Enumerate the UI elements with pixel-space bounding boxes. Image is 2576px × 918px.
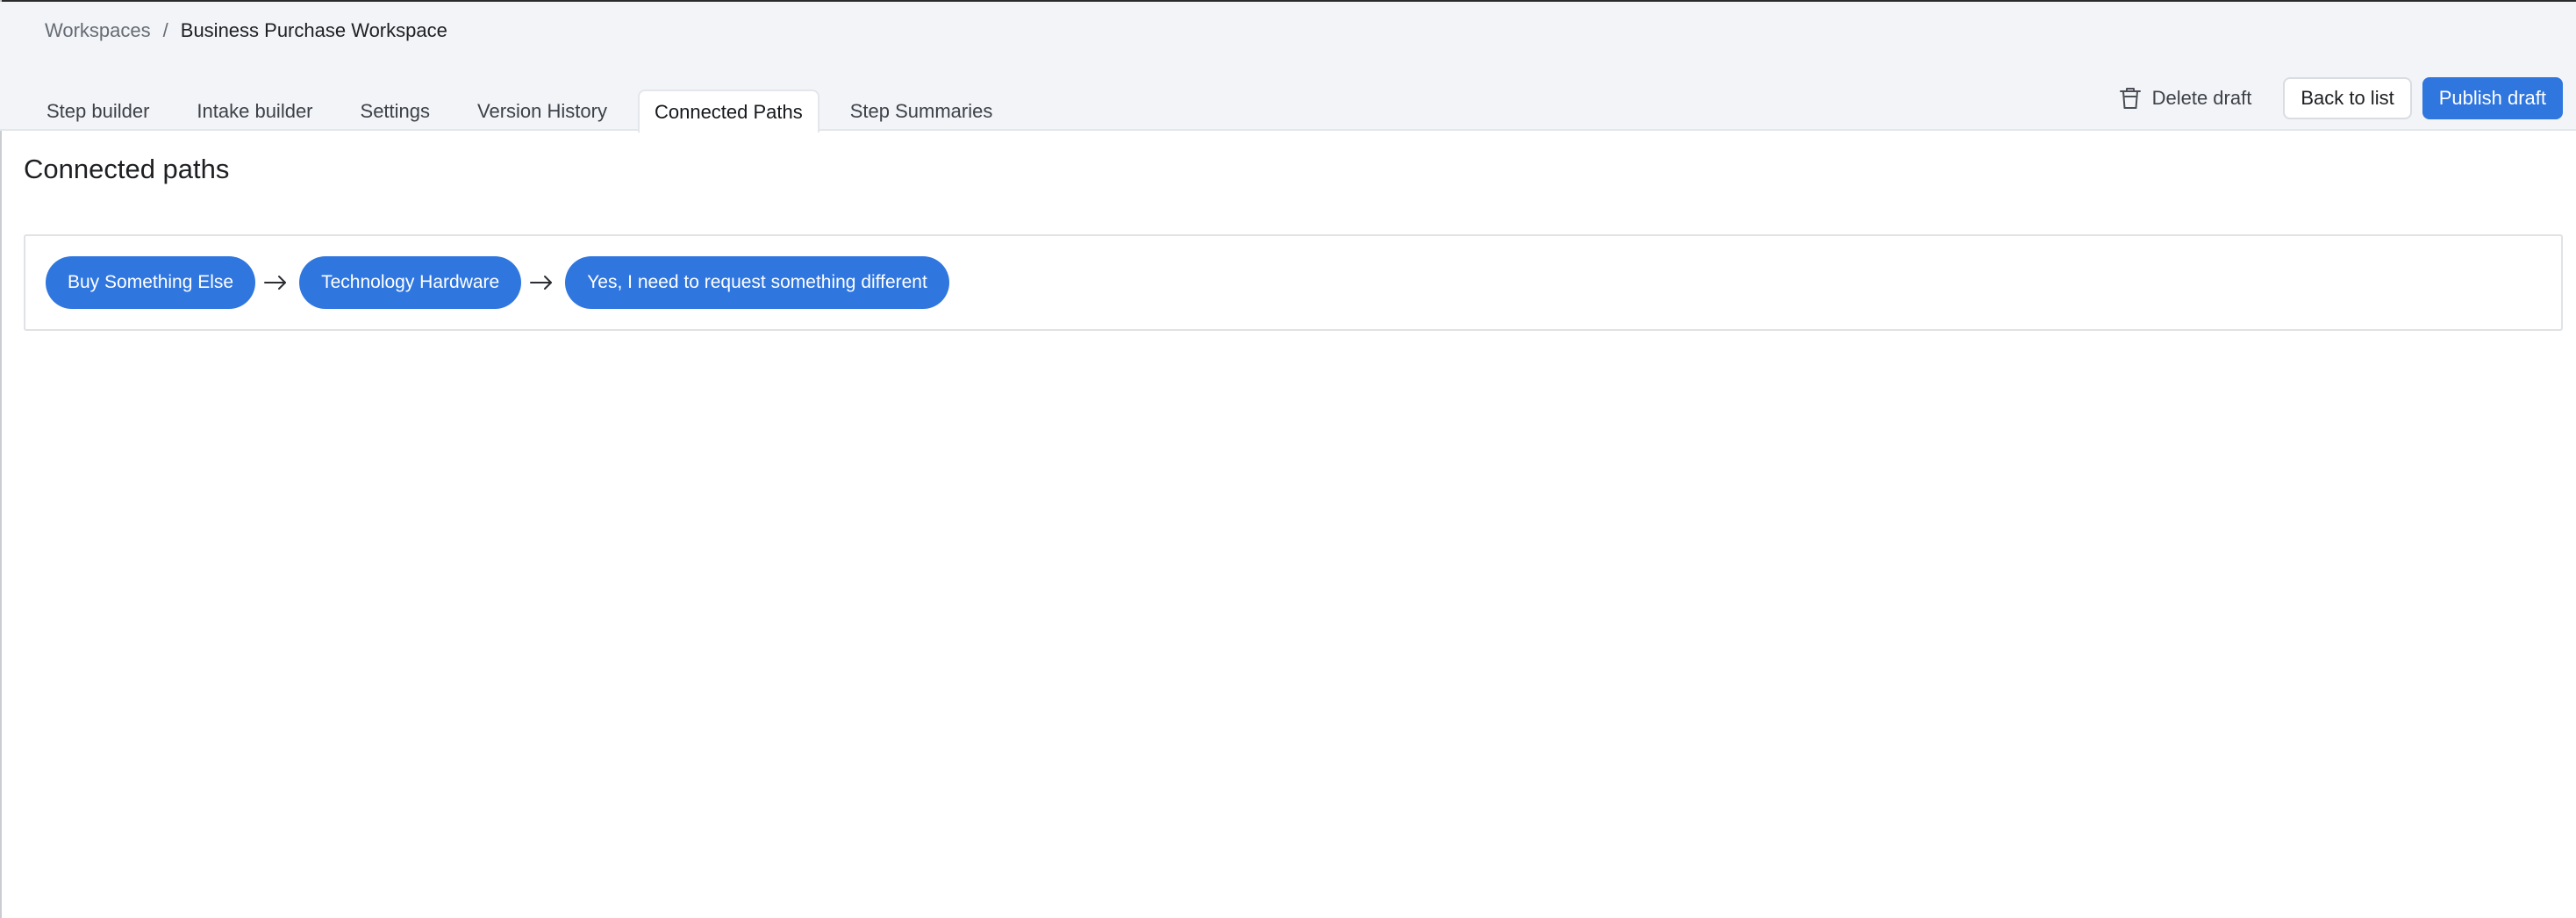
tab-version-history[interactable]: Version History (461, 90, 624, 131)
trash-icon (2119, 86, 2142, 111)
publish-draft-button[interactable]: Publish draft (2422, 77, 2563, 119)
delete-draft-label: Delete draft (2151, 87, 2252, 109)
path-step-buy-something-else[interactable]: Buy Something Else (46, 256, 256, 309)
breadcrumb-separator: / (162, 19, 168, 41)
back-to-list-button[interactable]: Back to list (2283, 77, 2412, 119)
path-step-technology-hardware[interactable]: Technology Hardware (299, 256, 522, 309)
tab-bar: Step builder Intake builder Settings Ver… (30, 90, 1023, 133)
page-title: Connected paths (24, 154, 230, 184)
connected-paths-card: Buy Something Else Technology Hardware Y… (24, 234, 2563, 331)
header-actions: Delete draft Back to list Publish draft (2119, 77, 2563, 119)
arrow-right-icon (528, 274, 555, 291)
page-header: Workspaces / Business Purchase Workspace… (0, 2, 2576, 133)
tab-intake-builder[interactable]: Intake builder (180, 90, 329, 131)
breadcrumb-current: Business Purchase Workspace (180, 19, 447, 41)
window-left-border (0, 0, 2, 918)
tab-step-builder[interactable]: Step builder (30, 90, 166, 131)
tab-settings[interactable]: Settings (344, 90, 447, 131)
breadcrumb: Workspaces / Business Purchase Workspace (45, 18, 447, 44)
breadcrumb-workspaces-link[interactable]: Workspaces (45, 18, 151, 44)
tab-step-summaries[interactable]: Step Summaries (834, 90, 1010, 131)
arrow-right-icon (262, 274, 289, 291)
tab-connected-paths[interactable]: Connected Paths (637, 90, 819, 133)
path-row: Buy Something Else Technology Hardware Y… (46, 256, 949, 309)
delete-draft-button[interactable]: Delete draft (2119, 86, 2252, 111)
path-step-request-something-different[interactable]: Yes, I need to request something differe… (565, 256, 949, 309)
